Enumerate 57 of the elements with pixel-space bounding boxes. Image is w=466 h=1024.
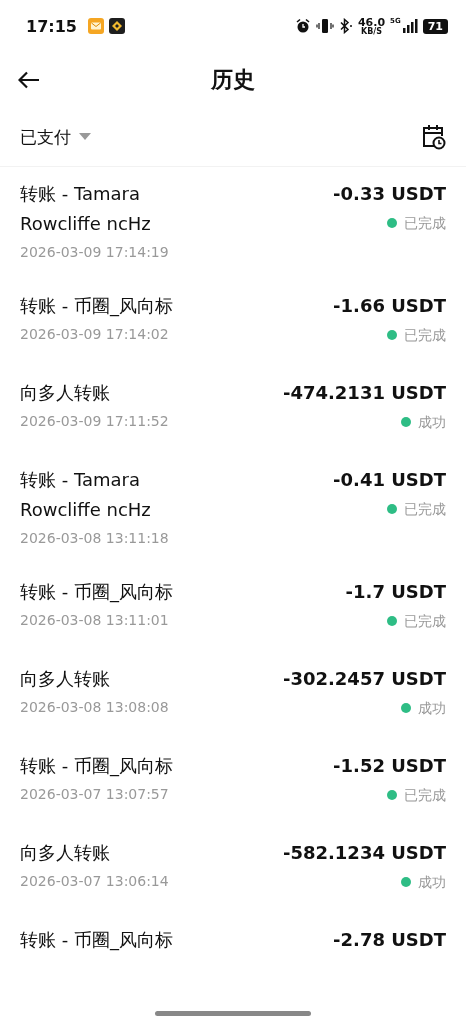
transaction-title: 转账 - 币圈_风向标 bbox=[20, 928, 174, 953]
mail-app-icon bbox=[87, 18, 104, 34]
alarm-icon bbox=[294, 18, 311, 34]
transaction-amount: -1.7 USDT bbox=[345, 580, 446, 604]
transaction-time: 2026-03-09 17:14:02 bbox=[20, 325, 170, 344]
transaction-time: 2026-03-07 13:06:14 bbox=[20, 872, 170, 891]
transaction-status: 已完成 bbox=[404, 612, 446, 631]
status-dot bbox=[387, 218, 397, 228]
transaction-amount: -1.52 USDT bbox=[333, 754, 446, 778]
back-arrow-icon[interactable] bbox=[18, 71, 40, 89]
transaction-amount: -582.1234 USDT bbox=[282, 841, 446, 865]
transaction-amount: -2.78 USDT bbox=[333, 928, 446, 952]
transaction-time: 2026-03-09 17:14:19 bbox=[20, 243, 170, 262]
diamond-app-icon bbox=[108, 18, 125, 34]
vibrate-icon bbox=[315, 18, 334, 34]
transaction-status: 已完成 bbox=[404, 786, 446, 805]
transaction-title: 转账 - 币圈_风向标 bbox=[20, 580, 174, 605]
calendar-icon[interactable] bbox=[422, 124, 446, 150]
transaction-status: 成功 bbox=[418, 413, 446, 432]
transaction-amount: -0.41 USDT bbox=[333, 468, 446, 492]
transaction-title: 向多人转账 bbox=[20, 667, 111, 691]
signal-icon bbox=[401, 18, 418, 34]
transaction-status: 已完成 bbox=[404, 326, 446, 345]
status-dot bbox=[401, 877, 411, 887]
transaction-time: 2026-03-08 13:11:01 bbox=[20, 611, 170, 630]
status-dot bbox=[401, 417, 411, 427]
bluetooth-icon bbox=[338, 18, 353, 34]
transaction-title: 向多人转账 bbox=[20, 841, 111, 865]
status-dot bbox=[387, 790, 397, 800]
clock-time: 17:15 bbox=[26, 16, 77, 36]
transaction-title: 转账 - Tamara Rowcliffe ncHz bbox=[20, 468, 152, 522]
transaction-time: 2026-03-07 13:07:57 bbox=[20, 785, 170, 804]
transaction-amount: -474.2131 USDT bbox=[282, 381, 446, 405]
transaction-amount: -1.66 USDT bbox=[333, 294, 446, 318]
page-title: 历史 bbox=[211, 66, 255, 94]
battery-level: 71 bbox=[422, 18, 448, 34]
transaction-amount: -0.33 USDT bbox=[333, 182, 446, 206]
transaction-amount: -302.2457 USDT bbox=[282, 667, 446, 691]
transaction-time: 2026-03-08 13:11:18 bbox=[20, 529, 170, 548]
transaction-time: 2026-03-09 17:11:52 bbox=[20, 412, 170, 431]
speed-unit: KB/S bbox=[361, 27, 382, 36]
transaction-title: 转账 - Tamara Rowcliffe ncHz bbox=[20, 182, 152, 236]
caret-icon[interactable] bbox=[79, 133, 91, 141]
status-dot bbox=[387, 504, 397, 514]
transaction-title: 向多人转账 bbox=[20, 381, 111, 405]
status-dot bbox=[387, 330, 397, 340]
transaction-time: 2026-03-08 13:08:08 bbox=[20, 698, 170, 717]
transaction-title: 转账 - 币圈_风向标 bbox=[20, 754, 174, 779]
transaction-status: 已完成 bbox=[404, 500, 446, 519]
transaction-title: 转账 - 币圈_风向标 bbox=[20, 294, 174, 319]
status-dot bbox=[387, 616, 397, 626]
transaction-status: 已完成 bbox=[404, 214, 446, 233]
status-filter-dropdown[interactable]: 已支付 bbox=[20, 125, 91, 149]
network-speed: 46.0 bbox=[357, 16, 386, 28]
transaction-status: 成功 bbox=[418, 699, 446, 718]
status-dot bbox=[401, 703, 411, 713]
transaction-status: 成功 bbox=[418, 873, 446, 892]
